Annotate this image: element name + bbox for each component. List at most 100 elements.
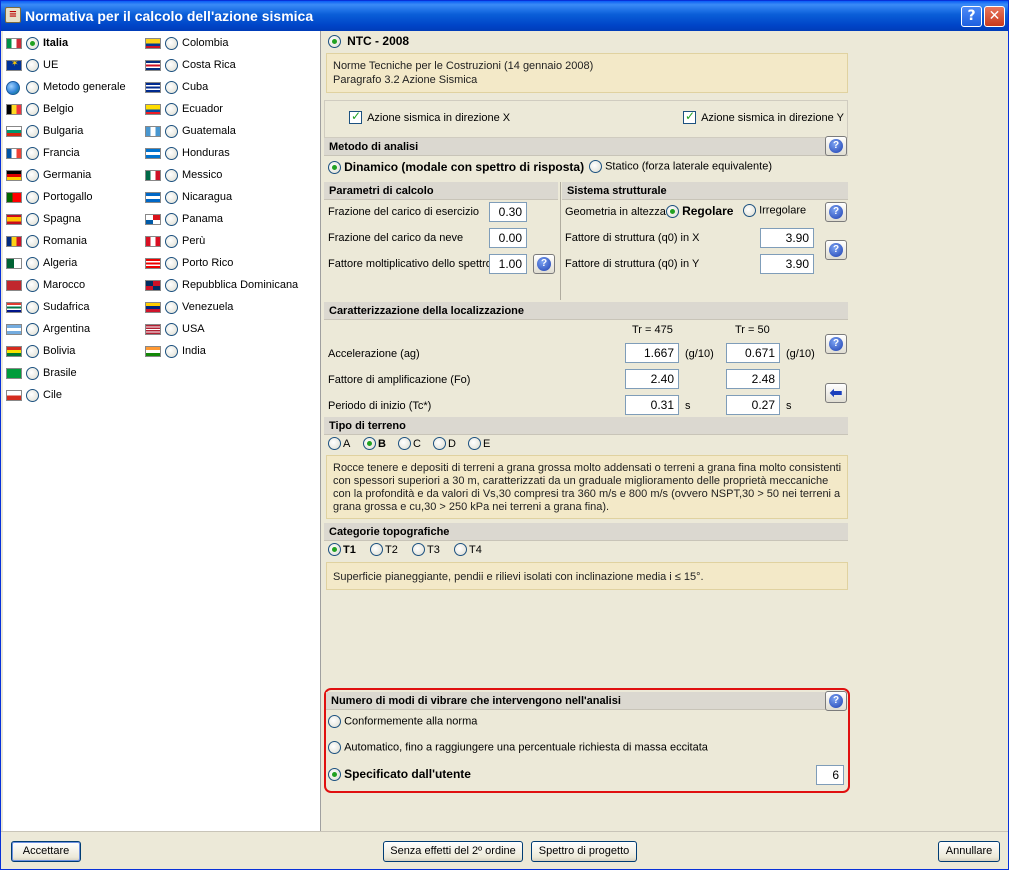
method-help-button[interactable]: ?	[825, 136, 847, 156]
snow-load-field[interactable]: 0.00	[489, 228, 527, 248]
country-radio[interactable]	[26, 367, 39, 380]
cancel-button[interactable]: Annullare	[938, 841, 1000, 862]
fo-475-field[interactable]: 2.40	[625, 369, 679, 389]
soil-radio[interactable]	[398, 437, 411, 450]
tc-475-field[interactable]: 0.31	[625, 395, 679, 415]
topo-option[interactable]: T3	[412, 543, 440, 556]
spectrum-button[interactable]: Spettro di progetto	[531, 841, 637, 862]
ag-50-field[interactable]: 0.671	[726, 343, 780, 363]
country-radio[interactable]	[165, 37, 178, 50]
soil-option[interactable]: C	[398, 437, 421, 450]
norm-radio[interactable]	[328, 34, 341, 48]
qy-field[interactable]: 3.90	[760, 254, 814, 274]
direction-y-option[interactable]: Azione sismica in direzione Y	[683, 109, 844, 124]
title-bar[interactable]: ≡ Normativa per il calcolo dell'azione s…	[1, 1, 1008, 31]
soil-option[interactable]: E	[468, 437, 490, 450]
country-radio[interactable]	[165, 345, 178, 358]
method-static-radio[interactable]	[589, 160, 602, 173]
close-button[interactable]: ✕	[984, 6, 1005, 27]
location-help-button[interactable]: ?	[825, 334, 847, 354]
modes-auto-option[interactable]: Automatico, fino a raggiungere una perce…	[328, 741, 708, 754]
help-button[interactable]: ?	[961, 6, 982, 27]
topo-option[interactable]: T2	[370, 543, 398, 556]
params-help-button[interactable]: ?	[533, 254, 555, 274]
irregular-radio[interactable]	[743, 204, 756, 217]
country-radio[interactable]	[165, 235, 178, 248]
soil-radio[interactable]	[433, 437, 446, 450]
country-radio[interactable]	[26, 279, 39, 292]
country-radio[interactable]	[26, 345, 39, 358]
modes-count-field[interactable]: 6	[816, 765, 844, 785]
topo-radio[interactable]	[328, 543, 341, 556]
second-order-button[interactable]: Senza effetti del 2º ordine	[383, 841, 523, 862]
country-radio[interactable]	[26, 147, 39, 160]
method-dynamic-option[interactable]: Dinamico (modale con spettro di risposta…	[328, 160, 584, 174]
country-radio[interactable]	[165, 213, 178, 226]
country-radio[interactable]	[26, 301, 39, 314]
country-radio[interactable]	[26, 257, 39, 270]
country-radio[interactable]	[165, 125, 178, 138]
soil-option[interactable]: A	[328, 437, 350, 450]
country-radio[interactable]	[26, 103, 39, 116]
country-radio[interactable]	[26, 213, 39, 226]
qx-field[interactable]: 3.90	[760, 228, 814, 248]
country-radio[interactable]	[26, 389, 39, 402]
country-radio[interactable]	[165, 191, 178, 204]
flag-icon	[145, 104, 161, 115]
country-radio[interactable]	[165, 59, 178, 72]
regular-radio[interactable]	[666, 204, 679, 218]
norm-label: NTC - 2008	[347, 34, 410, 48]
regular-option[interactable]: Regolare	[666, 204, 733, 218]
country-radio[interactable]	[165, 257, 178, 270]
norm-option[interactable]: NTC - 2008	[328, 34, 409, 48]
direction-x-option[interactable]: Azione sismica in direzione X	[349, 109, 510, 124]
topo-radio[interactable]	[412, 543, 425, 556]
spectrum-factor-field[interactable]: 1.00	[489, 254, 527, 274]
soil-option[interactable]: B	[363, 437, 386, 450]
country-radio[interactable]	[165, 103, 178, 116]
country-radio[interactable]	[26, 125, 39, 138]
modes-norm-radio[interactable]	[328, 715, 341, 728]
method-dynamic-radio[interactable]	[328, 160, 341, 174]
modes-user-radio[interactable]	[328, 767, 341, 781]
soil-option[interactable]: D	[433, 437, 456, 450]
country-radio[interactable]	[26, 81, 39, 94]
geometry-help-button[interactable]: ?	[825, 202, 847, 222]
country-radio[interactable]	[26, 191, 39, 204]
country-radio[interactable]	[26, 169, 39, 182]
country-radio[interactable]	[165, 301, 178, 314]
import-location-button[interactable]: ⬅	[825, 383, 847, 403]
topo-option[interactable]: T1	[328, 543, 356, 556]
direction-y-checkbox[interactable]	[683, 109, 696, 124]
irregular-option[interactable]: Irregolare	[743, 204, 806, 217]
country-radio[interactable]	[26, 59, 39, 72]
modes-help-button[interactable]: ?	[825, 691, 847, 711]
topo-option[interactable]: T4	[454, 543, 482, 556]
service-load-field[interactable]: 0.30	[489, 202, 527, 222]
ag-475-field[interactable]: 1.667	[625, 343, 679, 363]
country-radio[interactable]	[26, 235, 39, 248]
soil-radio[interactable]	[468, 437, 481, 450]
accept-button[interactable]: Accettare	[11, 841, 81, 862]
topo-radio[interactable]	[454, 543, 467, 556]
flag-icon	[6, 258, 22, 269]
q0-help-button[interactable]: ?	[825, 240, 847, 260]
topo-radio[interactable]	[370, 543, 383, 556]
country-radio[interactable]	[26, 323, 39, 336]
soil-radio[interactable]	[328, 437, 341, 450]
modes-norm-option[interactable]: Conformemente alla norma	[328, 715, 477, 728]
fo-50-field[interactable]: 2.48	[726, 369, 780, 389]
tc-50-field[interactable]: 0.27	[726, 395, 780, 415]
soil-radio[interactable]	[363, 437, 376, 450]
direction-x-checkbox[interactable]	[349, 109, 362, 124]
country-radio[interactable]	[165, 169, 178, 182]
flag-icon	[145, 280, 161, 291]
method-static-option[interactable]: Statico (forza laterale equivalente)	[589, 160, 772, 173]
country-radio[interactable]	[165, 323, 178, 336]
modes-auto-radio[interactable]	[328, 741, 341, 754]
country-radio[interactable]	[165, 279, 178, 292]
modes-user-option[interactable]: Specificato dall'utente	[328, 767, 471, 781]
country-radio[interactable]	[26, 37, 39, 50]
country-radio[interactable]	[165, 81, 178, 94]
country-radio[interactable]	[165, 147, 178, 160]
